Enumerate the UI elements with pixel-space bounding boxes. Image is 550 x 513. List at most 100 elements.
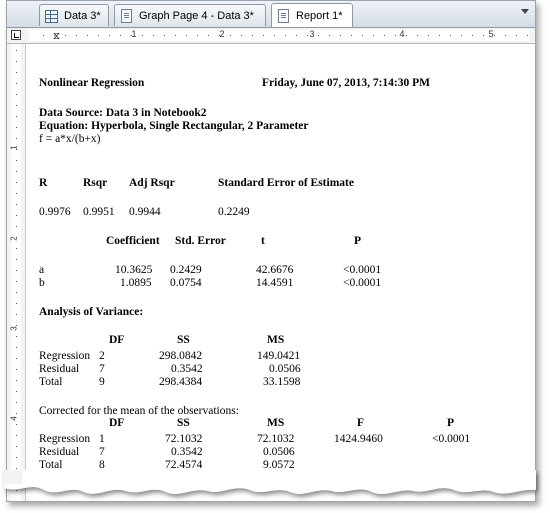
vruler-number: 2 <box>9 236 19 241</box>
vruler-dot <box>16 347 17 348</box>
report-page-icon <box>276 8 290 23</box>
ruler-dot <box>450 35 451 36</box>
equation: Equation: Hyperbola, Single Rectangular,… <box>39 120 309 132</box>
ruler-dot <box>197 35 198 36</box>
vruler-dot <box>16 215 17 216</box>
ruler-dot <box>340 35 341 36</box>
stats-header-r: R <box>39 177 48 189</box>
vertical-ruler-track: 1 2 3 4 <box>9 44 21 501</box>
anova-title: Analysis of Variance: <box>39 306 144 318</box>
stats-value-adj-rsqr: 0.9944 <box>129 206 161 218</box>
vruler-dot <box>16 336 17 337</box>
ruler-number: 1 <box>131 29 137 39</box>
vruler-dot <box>16 193 17 194</box>
vruler-dot <box>16 171 17 172</box>
anova-ss: 0.3542 <box>171 363 203 375</box>
ruler-number: 2 <box>219 29 225 39</box>
corrected-title: Corrected for the mean of the observatio… <box>39 405 239 417</box>
vruler-number: 4 <box>9 416 19 421</box>
anova-header: MS <box>267 334 285 346</box>
ruler-dot <box>263 35 264 36</box>
coef-header: Coefficient <box>106 235 160 247</box>
tab-report[interactable]: Report 1* <box>271 3 353 27</box>
ruler-number: 3 <box>309 29 315 39</box>
ruler-number: 4 <box>399 29 405 39</box>
coef-p: <0.0001 <box>343 264 382 276</box>
ruler-dot <box>230 35 231 36</box>
ruler-dot <box>65 35 66 36</box>
tab-strip: Data 3* Graph Page 4 - Data 3* Report 1* <box>7 1 535 28</box>
tab-label: Report 1* <box>296 9 343 22</box>
report-document[interactable]: Nonlinear Regression Friday, June 07, 20… <box>29 44 535 501</box>
report-datetime: Friday, June 07, 2013, 7:14:30 PM <box>262 77 431 89</box>
anova-row-name: Residual <box>39 363 80 375</box>
ruler-dot <box>373 35 374 36</box>
vruler-number: 1 <box>9 145 19 150</box>
vruler-dot <box>16 116 17 117</box>
vruler-dot <box>16 413 17 414</box>
stats-value-see: 0.2249 <box>218 206 250 218</box>
vruler-dot <box>16 270 17 271</box>
vruler-dot <box>16 325 17 326</box>
ruler-dot <box>142 35 143 36</box>
stats-header-see: Standard Error of Estimate <box>218 177 354 189</box>
tab-stop-selector-icon[interactable] <box>11 30 21 40</box>
corrected-header: P <box>447 417 455 429</box>
corrected-ss: 72.1032 <box>165 433 203 445</box>
corrected-row-name: Regression <box>39 433 91 445</box>
ruler-dot <box>351 35 352 36</box>
coef-value: 1.0895 <box>120 277 152 289</box>
ruler-dot <box>505 35 506 36</box>
ruler-dot <box>461 35 462 36</box>
anova-ss: 298.4384 <box>159 376 203 388</box>
anova-df: 9 <box>99 376 105 388</box>
corrected-header: F <box>357 417 365 429</box>
vruler-dot <box>16 303 17 304</box>
vertical-ruler[interactable]: 1 2 3 4 <box>7 44 26 501</box>
vruler-dot <box>16 94 17 95</box>
ruler-dot <box>472 35 473 36</box>
tab-graph-page[interactable]: Graph Page 4 - Data 3* <box>114 4 266 26</box>
vruler-dot <box>16 149 17 150</box>
data-source: Data Source: Data 3 in Notebook2 <box>39 107 207 119</box>
report-window: Data 3* Graph Page 4 - Data 3* Report 1*… <box>6 0 536 502</box>
vruler-dot <box>16 446 17 447</box>
vruler-dot <box>16 226 17 227</box>
ruler-dot <box>362 35 363 36</box>
anova-ss: 298.0842 <box>159 350 203 362</box>
coef-name: b <box>39 277 45 289</box>
coef-value: 10.3625 <box>115 264 153 276</box>
ruler-dot <box>252 35 253 36</box>
tab-data3[interactable]: Data 3* <box>39 4 109 26</box>
coef-p: <0.0001 <box>343 277 382 289</box>
ruler-track[interactable]: ⧖ 1 2 3 4 5 <box>29 29 529 43</box>
ruler-dot <box>109 35 110 36</box>
anova-df: 2 <box>99 350 105 362</box>
vruler-dot <box>16 204 17 205</box>
anova-df: 7 <box>99 363 105 375</box>
horizontal-ruler[interactable]: ⧖ 1 2 3 4 5 <box>7 28 535 44</box>
vruler-dot <box>16 83 17 84</box>
ruler-dot <box>76 35 77 36</box>
vruler-dot <box>16 259 17 260</box>
tab-label: Data 3* <box>64 9 101 22</box>
vruler-dot <box>16 369 17 370</box>
corrected-df: 7 <box>99 446 105 458</box>
vruler-dot <box>16 402 17 403</box>
stats-header-rsqr: Rsqr <box>83 177 108 189</box>
coef-header: t <box>261 235 265 247</box>
tab-list-dropdown-icon[interactable] <box>521 9 529 14</box>
coef-t: 14.4591 <box>256 277 294 289</box>
coef-header: P <box>354 235 362 247</box>
coef-stderr: 0.0754 <box>170 277 202 289</box>
indent-marker-icon[interactable]: ⧖ <box>53 31 61 43</box>
corrected-ss: 0.3542 <box>171 446 203 458</box>
anova-ms: 149.0421 <box>257 350 301 362</box>
coef-header: Std. Error <box>175 235 226 247</box>
vruler-dot <box>16 358 17 359</box>
vruler-dot <box>16 292 17 293</box>
corrected-df: 1 <box>99 433 105 445</box>
vruler-dot <box>16 380 17 381</box>
ruler-dot <box>428 35 429 36</box>
ruler-dot <box>175 35 176 36</box>
